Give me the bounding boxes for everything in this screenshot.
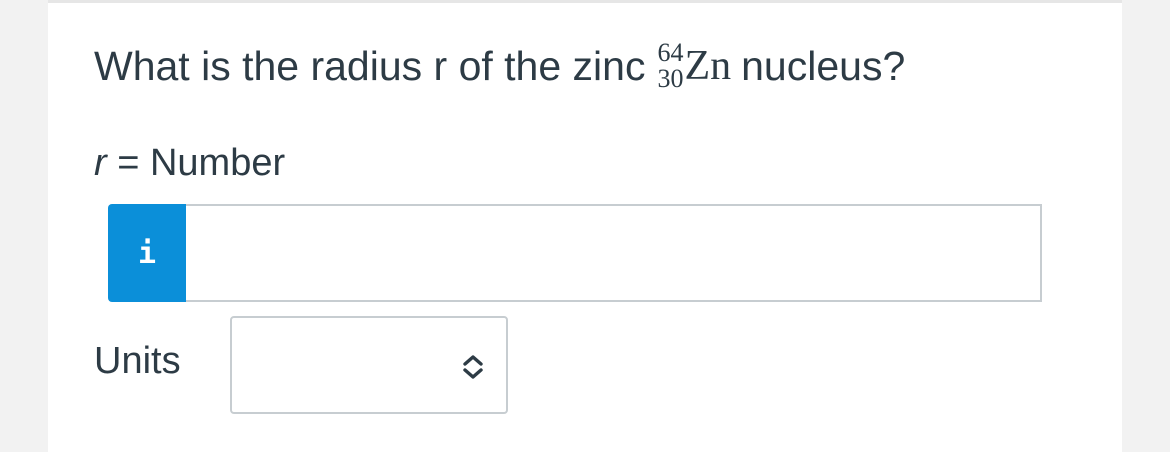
nuclide-scripts: 64 30 <box>657 40 683 92</box>
top-divider <box>48 0 1122 3</box>
info-button[interactable]: i <box>108 204 186 302</box>
question-text-before: What is the radius r of the zinc <box>94 42 646 89</box>
updown-chevron-icon <box>463 355 483 379</box>
mass-number: 64 <box>657 38 684 67</box>
units-label: Units <box>94 340 181 382</box>
answer-row: i <box>108 204 1042 302</box>
answer-variable: r <box>94 142 107 184</box>
question-card: What is the radius r of the zinc 64 30 Z… <box>48 0 1122 452</box>
answer-label: r = Number <box>94 142 285 185</box>
units-select[interactable] <box>230 316 508 414</box>
atomic-number: 30 <box>657 64 684 93</box>
question-text: What is the radius r of the zinc 64 30 Z… <box>94 36 905 96</box>
nuclide-notation: 64 30 Zn <box>657 40 731 92</box>
info-icon: i <box>137 235 157 271</box>
question-text-after: nucleus? <box>741 42 906 89</box>
answer-equals-label: = Number <box>117 142 286 184</box>
number-input[interactable] <box>186 204 1042 302</box>
element-symbol: Zn <box>684 43 732 89</box>
